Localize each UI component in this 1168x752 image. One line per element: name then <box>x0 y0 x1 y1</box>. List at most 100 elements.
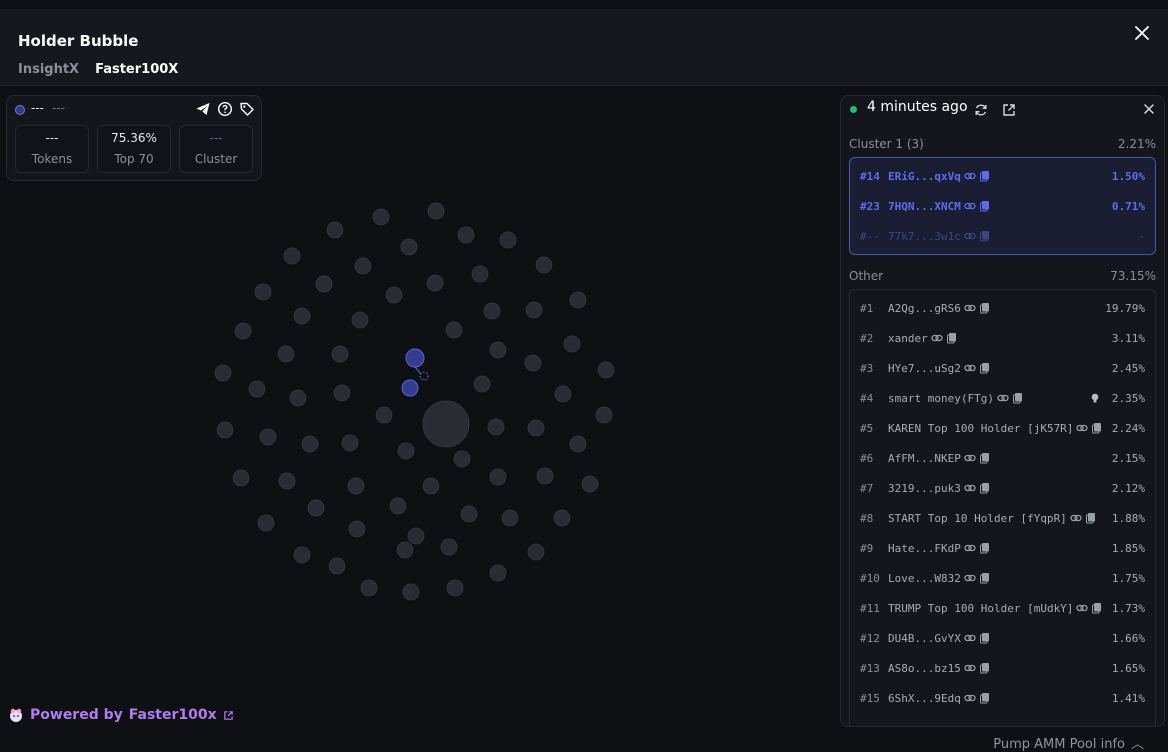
link-icon[interactable] <box>964 362 976 374</box>
holder-bubble[interactable] <box>293 307 311 325</box>
holder-bubble[interactable] <box>293 546 311 564</box>
link-icon[interactable] <box>964 482 976 494</box>
telegram-icon[interactable] <box>195 101 211 117</box>
holder-row[interactable]: #2 xander 3.11% <box>850 323 1155 353</box>
copy-icon[interactable] <box>979 302 991 314</box>
holder-bubble[interactable] <box>489 341 507 359</box>
holder-bubble[interactable] <box>331 345 349 363</box>
holder-bubble[interactable] <box>326 221 344 239</box>
holder-bubble[interactable] <box>328 557 346 575</box>
copy-icon[interactable] <box>946 332 958 344</box>
holder-bubble[interactable] <box>569 291 587 309</box>
copy-icon[interactable] <box>1091 422 1103 434</box>
holder-bubble[interactable] <box>307 499 325 517</box>
refresh-icon[interactable] <box>973 102 989 118</box>
copy-icon[interactable] <box>979 692 991 704</box>
holder-row[interactable]: #13 AS8o...bz15 1.65% <box>850 653 1155 683</box>
holder-bubble[interactable] <box>397 442 415 460</box>
cluster-holder-row[interactable]: #-- 77k7...3w1c - <box>850 221 1155 251</box>
copy-icon[interactable] <box>1085 512 1097 524</box>
cluster-holder-row[interactable]: #14 ERiG...qxVq 1.50% <box>850 161 1155 191</box>
holder-bubble[interactable] <box>597 361 615 379</box>
holder-bubble[interactable] <box>427 202 445 220</box>
holder-bubble[interactable] <box>315 275 333 293</box>
copy-icon[interactable] <box>979 230 991 242</box>
cluster-holder-row[interactable]: #23 7HQN...XNCM 0.71% <box>850 191 1155 221</box>
holder-row[interactable]: #15 6ShX...9Edq 1.41% <box>850 683 1155 713</box>
holder-bubble[interactable] <box>525 301 543 319</box>
holder-bubble[interactable] <box>232 469 250 487</box>
holder-bubble[interactable] <box>483 302 501 320</box>
holder-row[interactable]: #12 DU4B...GvYX 1.66% <box>850 623 1155 653</box>
link-icon[interactable] <box>1076 602 1089 614</box>
holder-bubble[interactable] <box>569 435 587 453</box>
close-icon[interactable] <box>1132 23 1152 43</box>
link-icon[interactable] <box>964 662 976 674</box>
holder-row[interactable]: #7 3219...puk3 2.12% <box>850 473 1155 503</box>
link-icon[interactable] <box>997 392 1009 404</box>
holder-bubble[interactable] <box>283 247 301 265</box>
powered-by-link[interactable]: Powered by Faster100x <box>8 707 234 723</box>
link-icon[interactable] <box>964 542 976 554</box>
holder-bubble[interactable] <box>301 435 319 453</box>
cluster-bubble[interactable] <box>405 348 425 368</box>
holder-bubble[interactable] <box>257 514 275 532</box>
copy-icon[interactable] <box>979 452 991 464</box>
holder-bubble[interactable] <box>527 419 545 437</box>
holder-bubble[interactable] <box>426 274 444 292</box>
holder-row[interactable]: #10 Love...W832 1.75% <box>850 563 1155 593</box>
link-icon[interactable] <box>964 230 976 242</box>
holder-bubble[interactable] <box>248 380 266 398</box>
cluster-bubble[interactable] <box>401 379 419 397</box>
copy-icon[interactable] <box>979 170 991 182</box>
holder-bubble[interactable] <box>471 265 489 283</box>
copy-icon[interactable] <box>979 632 991 644</box>
holder-bubble[interactable] <box>554 385 572 403</box>
holder-bubble[interactable] <box>333 384 351 402</box>
holder-bubble[interactable] <box>402 583 420 601</box>
cluster-bubble-small[interactable] <box>419 371 429 381</box>
holder-bubble[interactable] <box>214 364 232 382</box>
holder-bubble[interactable] <box>527 543 545 561</box>
holder-bubble[interactable] <box>563 335 581 353</box>
holder-bubble[interactable] <box>489 468 507 486</box>
copy-icon[interactable] <box>979 662 991 674</box>
holder-row[interactable]: #11 TRUMP Top 100 Holder [mUdkY] 1.73% <box>850 593 1155 623</box>
copy-icon[interactable] <box>1091 602 1103 614</box>
holder-bubble[interactable] <box>400 238 418 256</box>
holder-bubble[interactable] <box>445 321 463 339</box>
holder-bubble[interactable] <box>234 322 252 340</box>
holder-bubble[interactable] <box>487 418 505 436</box>
holder-row[interactable]: #6 AfFM...NKEP 2.15% <box>850 443 1155 473</box>
holder-bubble[interactable] <box>553 509 571 527</box>
pool-info-toggle[interactable]: Pump AMM Pool info ︿ <box>993 733 1144 752</box>
close-panel-icon[interactable] <box>1142 102 1156 116</box>
link-icon[interactable] <box>964 452 976 464</box>
holder-bubble[interactable] <box>501 509 519 527</box>
holder-bubble[interactable] <box>254 283 272 301</box>
copy-icon[interactable] <box>979 482 991 494</box>
top-holder-bubble[interactable] <box>422 400 470 448</box>
holder-row[interactable]: #4 smart money(FTg) 2.35% <box>850 383 1155 413</box>
holder-bubble[interactable] <box>385 286 403 304</box>
holder-bubble[interactable] <box>354 257 372 275</box>
holder-row[interactable]: #9 Hate...FKdP 1.85% <box>850 533 1155 563</box>
holder-bubble[interactable] <box>581 475 599 493</box>
holder-bubble[interactable] <box>595 406 613 424</box>
open-external-icon[interactable] <box>1001 102 1017 118</box>
holder-bubble[interactable] <box>360 579 378 597</box>
holder-row[interactable]: #8 START Top 10 Holder [fYqpR] 1.88% <box>850 503 1155 533</box>
link-icon[interactable] <box>964 302 976 314</box>
holder-bubble[interactable] <box>489 564 507 582</box>
holder-bubble[interactable] <box>453 450 471 468</box>
link-icon[interactable] <box>964 632 976 644</box>
holder-bubble[interactable] <box>372 208 390 226</box>
holder-bubble[interactable] <box>375 406 393 424</box>
holder-bubble[interactable] <box>259 428 277 446</box>
link-icon[interactable] <box>964 692 976 704</box>
holder-bubble[interactable] <box>457 226 475 244</box>
copy-icon[interactable] <box>979 542 991 554</box>
copy-icon[interactable] <box>979 572 991 584</box>
copy-icon[interactable] <box>979 362 991 374</box>
holder-bubble[interactable] <box>277 345 295 363</box>
